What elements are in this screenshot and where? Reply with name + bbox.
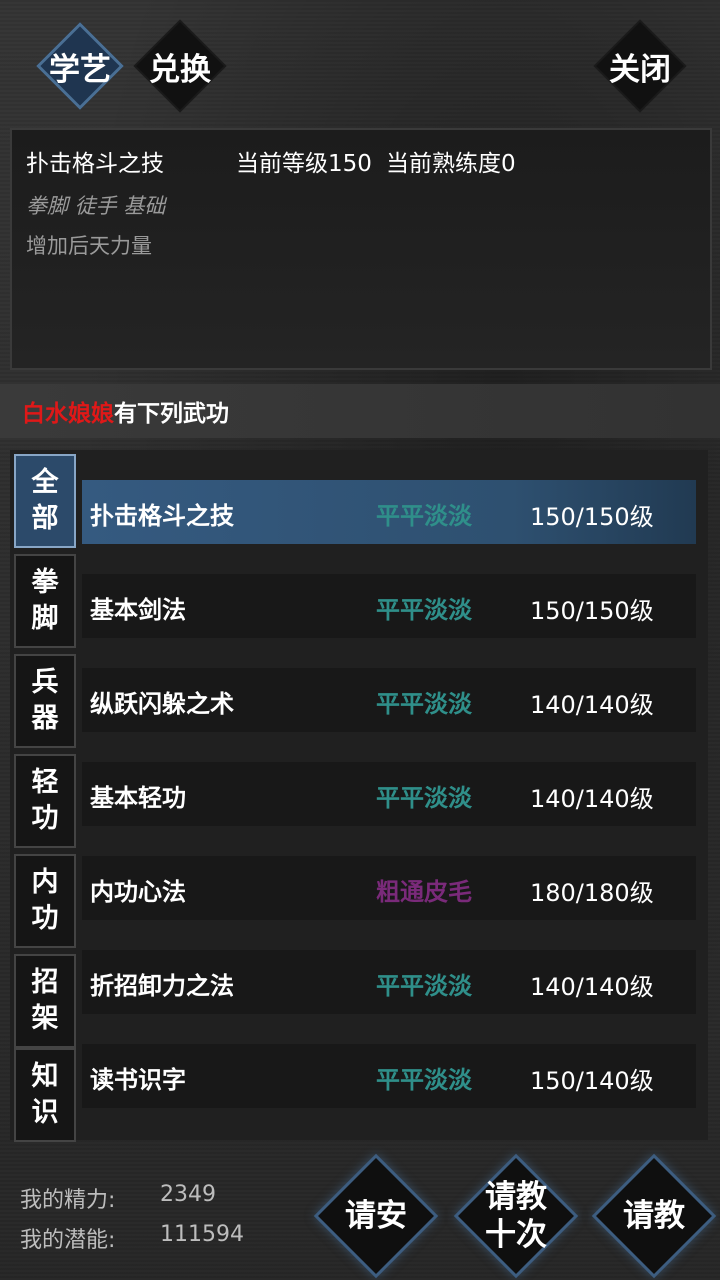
category-tab-all[interactable]: 全 部 <box>14 454 76 548</box>
category-tab-text: 脚 <box>31 603 59 634</box>
close-button[interactable]: 关闭 <box>594 20 686 112</box>
category-tab-text: 知 <box>31 1061 59 1092</box>
master-suffix: 有下列武功 <box>114 400 229 427</box>
skill-info-effect: 增加后天力量 <box>26 234 152 258</box>
skill-list-area: 全 部 拳 脚 兵 器 轻 功 内 功 招 架 知 识 扑击格斗之技 平平淡淡 … <box>10 450 708 1142</box>
skill-name: 读书识字 <box>90 1065 186 1094</box>
tab-learn-label: 学艺 <box>49 51 111 88</box>
skill-name: 基本剑法 <box>90 595 186 624</box>
category-tab-lightness[interactable]: 轻 功 <box>14 754 76 848</box>
skill-rank: 平平淡淡 <box>376 971 472 1000</box>
category-tab-text: 功 <box>31 903 59 934</box>
skill-row[interactable]: 基本轻功 平平淡淡 140/140级 <box>82 762 696 826</box>
category-tab-text: 部 <box>31 503 59 534</box>
skill-info-tags: 拳脚 徒手 基础 <box>26 194 166 218</box>
skill-rank: 平平淡淡 <box>376 1065 472 1094</box>
category-tab-text: 识 <box>31 1097 59 1128</box>
skill-level: 150/150级 <box>530 503 654 531</box>
teach-button[interactable]: 请教 <box>596 1158 712 1274</box>
skill-name: 纵跃闪躲之术 <box>90 689 234 718</box>
master-line: 白水娘娘 有下列武功 <box>0 384 720 438</box>
skill-info-name: 扑击格斗之技 <box>26 151 164 177</box>
skill-level: 150/150级 <box>530 597 654 625</box>
category-tab-internal[interactable]: 内 功 <box>14 854 76 948</box>
category-tab-text: 架 <box>31 1003 59 1034</box>
skill-level: 150/140级 <box>530 1067 654 1095</box>
tab-exchange[interactable]: 兑换 <box>134 20 226 112</box>
teach-ten-line1: 请教 <box>485 1179 547 1215</box>
skill-rank: 平平淡淡 <box>376 689 472 718</box>
skill-level: 140/140级 <box>530 691 654 719</box>
potential-value: 111594 <box>160 1222 244 1247</box>
teach-ten-line2: 十次 <box>485 1217 547 1253</box>
skill-level: 140/140级 <box>530 785 654 813</box>
skill-row[interactable]: 内功心法 粗通皮毛 180/180级 <box>82 856 696 920</box>
teach-label: 请教 <box>623 1198 685 1234</box>
potential-stat: 我的潜能: 111594 <box>20 1222 244 1254</box>
energy-value: 2349 <box>160 1182 216 1207</box>
greet-label: 请安 <box>345 1198 407 1234</box>
skill-name: 折招卸力之法 <box>90 971 234 1000</box>
energy-label: 我的精力: <box>20 1188 116 1213</box>
energy-stat: 我的精力: 2349 <box>20 1182 216 1214</box>
category-tab-text: 功 <box>31 803 59 834</box>
skill-row[interactable]: 读书识字 平平淡淡 150/140级 <box>82 1044 696 1108</box>
teach-ten-label: 请教 十次 <box>485 1178 547 1254</box>
skill-rank: 平平淡淡 <box>376 595 472 624</box>
skill-info-panel: 扑击格斗之技 当前等级150 当前熟练度0 拳脚 徒手 基础 增加后天力量 <box>10 128 712 370</box>
category-tab-text: 全 <box>31 467 59 498</box>
skill-rank: 粗通皮毛 <box>376 877 472 906</box>
category-tab-fist[interactable]: 拳 脚 <box>14 554 76 648</box>
skill-rank: 平平淡淡 <box>376 783 472 812</box>
greet-button[interactable]: 请安 <box>318 1158 434 1274</box>
skill-row[interactable]: 扑击格斗之技 平平淡淡 150/150级 <box>82 480 696 544</box>
tab-learn[interactable]: 学艺 <box>34 20 126 112</box>
skill-row[interactable]: 折招卸力之法 平平淡淡 140/140级 <box>82 950 696 1014</box>
category-tab-text: 兵 <box>31 667 59 698</box>
potential-label: 我的潜能: <box>20 1228 116 1253</box>
skill-info-header: 扑击格斗之技 当前等级150 当前熟练度0 <box>26 144 516 178</box>
skill-level: 140/140级 <box>530 973 654 1001</box>
skill-name: 基本轻功 <box>90 783 186 812</box>
skill-name: 内功心法 <box>90 877 186 906</box>
skill-row[interactable]: 基本剑法 平平淡淡 150/150级 <box>82 574 696 638</box>
skill-row[interactable]: 纵跃闪躲之术 平平淡淡 140/140级 <box>82 668 696 732</box>
skill-level: 180/180级 <box>530 879 654 907</box>
skill-info-level: 当前等级150 <box>236 151 372 177</box>
skill-info-proficiency: 当前熟练度0 <box>386 151 516 177</box>
category-tab-text: 内 <box>31 867 59 898</box>
category-tab-parry[interactable]: 招 架 <box>14 954 76 1048</box>
category-tab-text: 招 <box>31 967 59 998</box>
skill-rank: 平平淡淡 <box>376 501 472 530</box>
category-tab-text: 轻 <box>31 767 59 798</box>
tab-exchange-label: 兑换 <box>149 51 211 88</box>
category-tab-knowledge[interactable]: 知 识 <box>14 1048 76 1142</box>
teach-ten-button[interactable]: 请教 十次 <box>458 1158 574 1274</box>
category-tab-weapon[interactable]: 兵 器 <box>14 654 76 748</box>
category-tab-text: 拳 <box>31 567 59 598</box>
master-name: 白水娘娘 <box>22 400 114 427</box>
skill-name: 扑击格斗之技 <box>90 501 234 530</box>
category-tab-text: 器 <box>31 703 59 734</box>
close-label: 关闭 <box>609 51 671 88</box>
